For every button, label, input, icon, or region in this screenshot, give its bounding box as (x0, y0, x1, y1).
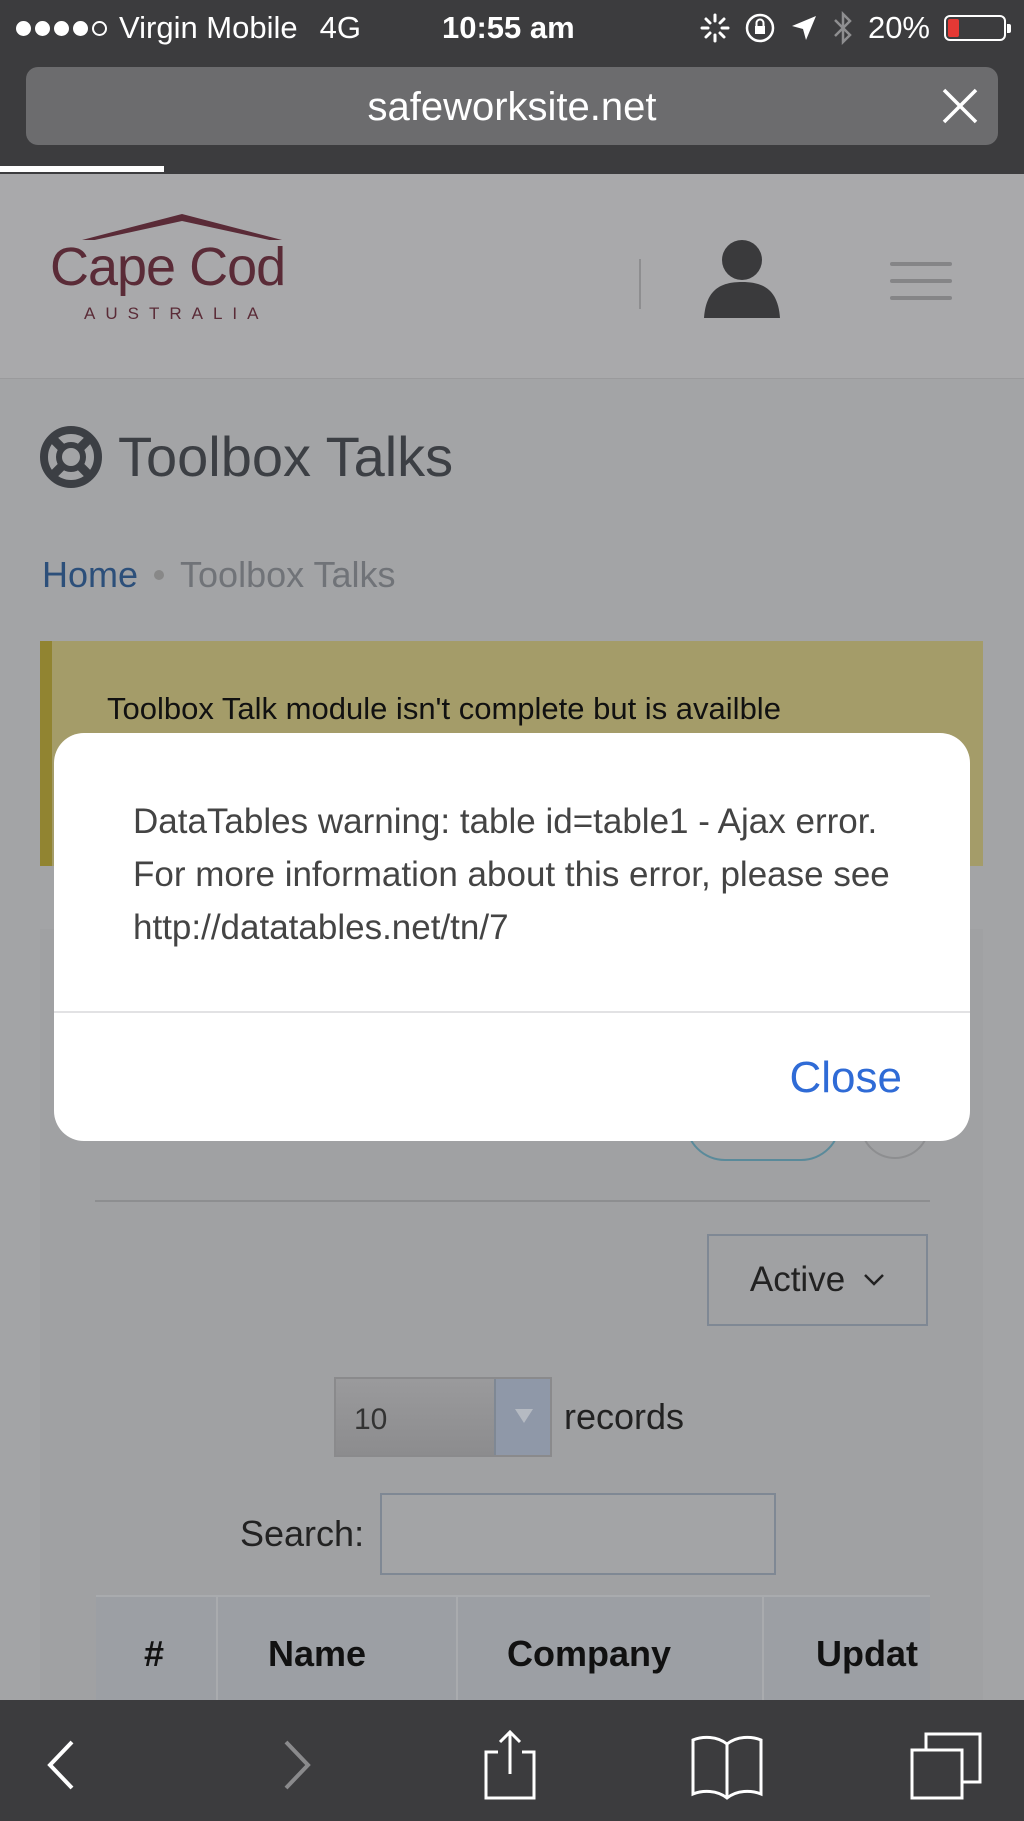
chevron-down-icon (864, 1274, 885, 1286)
page-length-select[interactable]: 10 (334, 1377, 552, 1457)
status-left: Virgin Mobile 4G (16, 10, 361, 46)
column-header-updated[interactable]: Updat (816, 1633, 918, 1675)
bluetooth-icon (834, 11, 852, 45)
url-text[interactable]: safeworksite.net (26, 85, 998, 130)
site-header: Cape Cod AUSTRALIA (0, 174, 1024, 379)
stop-loading-icon[interactable] (940, 86, 980, 126)
carrier-name: Virgin Mobile (119, 10, 298, 45)
address-bar[interactable]: safeworksite.net (26, 67, 998, 145)
breadcrumb-home-link[interactable]: Home (42, 554, 138, 596)
page-length-value: 10 (354, 1403, 388, 1436)
breadcrumb-separator (154, 570, 165, 580)
alert-dialog: DataTables warning: table id=table1 - Aj… (54, 733, 970, 1141)
column-header-name[interactable]: Name (268, 1633, 366, 1675)
logo-name: Cape Cod (50, 237, 286, 297)
page-heading: Toolbox Talks (118, 425, 454, 488)
network-type: 4G (319, 10, 361, 45)
forward-icon[interactable] (250, 1730, 330, 1800)
user-account-icon[interactable] (704, 238, 780, 318)
site-logo[interactable]: Cape Cod AUSTRALIA (50, 214, 320, 334)
page-title: Toolbox Talks (40, 424, 453, 489)
breadcrumb: Home Toolbox Talks (42, 554, 396, 596)
table-search: Search: (240, 1493, 777, 1575)
page-length-control: 10 records (334, 1377, 684, 1457)
clock: 10:55 am (442, 10, 575, 45)
location-arrow-icon (791, 16, 816, 40)
browser-toolbar (0, 1700, 1024, 1821)
search-input[interactable] (380, 1493, 777, 1575)
battery-percent: 20% (867, 10, 930, 45)
card-divider (95, 1200, 930, 1202)
life-ring-icon (40, 425, 102, 488)
close-button[interactable]: Close (790, 1053, 903, 1103)
status-bar: Virgin Mobile 4G 10:55 am 20% (0, 0, 1024, 58)
column-header-number[interactable]: # (144, 1633, 164, 1675)
status-filter-value: Active (749, 1260, 846, 1299)
alert-message: DataTables warning: table id=table1 - Aj… (133, 802, 890, 947)
logo-subtitle: AUSTRALIA (84, 304, 269, 323)
records-label: records (564, 1396, 685, 1437)
breadcrumb-current: Toolbox Talks (180, 554, 396, 595)
browser-address-area: safeworksite.net (0, 58, 1024, 174)
rotation-lock-icon (745, 13, 775, 43)
alert-divider (54, 1011, 970, 1013)
back-icon[interactable] (28, 1730, 108, 1800)
hamburger-menu-icon[interactable] (890, 262, 952, 306)
page-load-progress-bar (0, 166, 164, 172)
activity-spinner-icon (700, 13, 730, 43)
battery-icon (944, 15, 1011, 41)
column-header-company[interactable]: Company (507, 1633, 671, 1675)
dropdown-arrow-icon[interactable] (494, 1379, 550, 1455)
alert-text: Toolbox Talk module isn't complete but i… (107, 691, 781, 726)
header-divider (639, 259, 641, 309)
search-label: Search: (240, 1513, 365, 1554)
signal-strength-icon (16, 20, 107, 36)
table-header: # Name Company Updat (96, 1595, 930, 1700)
bookmarks-icon[interactable] (687, 1730, 767, 1800)
status-filter-dropdown[interactable]: Active (707, 1234, 928, 1326)
share-icon[interactable] (470, 1730, 550, 1800)
tabs-icon[interactable] (908, 1730, 988, 1800)
status-right: 20% (700, 10, 1011, 46)
